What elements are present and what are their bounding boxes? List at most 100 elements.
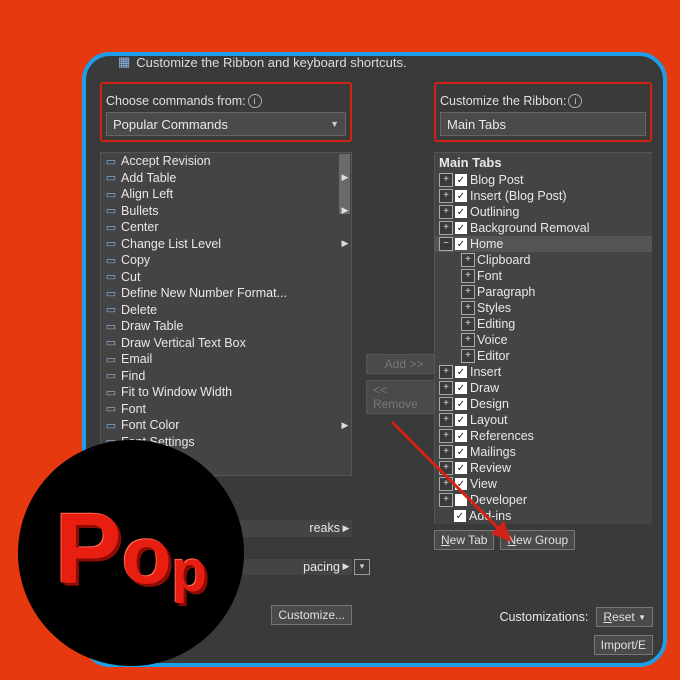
command-item[interactable]: ▭ Fit to Window Width <box>101 384 351 401</box>
tree-item[interactable]: +✓References <box>435 428 652 444</box>
command-item[interactable]: ▭ Font ▾ <box>101 401 351 418</box>
tree-toggle-icon[interactable]: + <box>439 397 453 411</box>
checkbox[interactable] <box>455 494 467 506</box>
checkbox[interactable]: ✓ <box>455 446 467 458</box>
tree-item[interactable]: +Paragraph <box>435 284 652 300</box>
tree-toggle-icon[interactable]: + <box>439 189 453 203</box>
tree-label: Paragraph <box>477 285 535 299</box>
checkbox[interactable]: ✓ <box>455 190 467 202</box>
submenu-arrow-icon: ▶ <box>339 205 351 216</box>
checkbox[interactable]: ✓ <box>455 430 467 442</box>
command-item[interactable]: ▭ Bullets ▶▾ <box>101 203 351 220</box>
tree-toggle-icon[interactable]: + <box>439 365 453 379</box>
customize-button[interactable]: Customize... <box>271 605 352 625</box>
tree-toggle-icon[interactable]: + <box>439 429 453 443</box>
checkbox[interactable]: ✓ <box>455 222 467 234</box>
checkbox[interactable]: ✓ <box>455 398 467 410</box>
tree-item[interactable]: +✓Mailings <box>435 444 652 460</box>
command-item[interactable]: ▭ Find <box>101 368 351 385</box>
tree-item[interactable]: +✓Review <box>435 460 652 476</box>
checkbox[interactable]: ✓ <box>454 510 466 522</box>
import-export-button[interactable]: Import/E <box>594 635 653 655</box>
tree-item[interactable]: +Editor <box>435 348 652 364</box>
reset-button[interactable]: Reset ▼ <box>596 607 653 627</box>
ribbon-tree[interactable]: Main Tabs +✓Blog Post+✓Insert (Blog Post… <box>434 152 652 524</box>
tree-item[interactable]: −✓Home <box>435 236 652 252</box>
command-list[interactable]: ▭ Accept Revision ▭ Add Table ▶▭ Align L… <box>100 152 352 476</box>
tree-item[interactable]: +✓Draw <box>435 380 652 396</box>
checkbox[interactable]: ✓ <box>455 174 467 186</box>
command-item[interactable]: ▭ Copy <box>101 252 351 269</box>
tree-item[interactable]: +✓Design <box>435 396 652 412</box>
tree-toggle-icon[interactable]: + <box>461 269 475 283</box>
tree-toggle-icon[interactable]: + <box>461 333 475 347</box>
tree-toggle-icon[interactable]: + <box>439 477 453 491</box>
checkbox[interactable]: ✓ <box>455 238 467 250</box>
command-label: Find <box>121 369 339 383</box>
choose-commands-dropdown[interactable]: Popular Commands ▼ <box>106 112 346 136</box>
customizations-label: Customizations: <box>499 610 588 624</box>
tree-item[interactable]: +Font <box>435 268 652 284</box>
command-icon: ▭ <box>103 369 119 383</box>
command-label: Fit to Window Width <box>121 385 339 399</box>
command-icon: ▭ <box>103 352 119 366</box>
checkbox[interactable]: ✓ <box>455 366 467 378</box>
tree-label: Home <box>470 237 503 251</box>
tree-item[interactable]: +Developer <box>435 492 652 508</box>
remove-button: << Remove <box>366 380 442 414</box>
tree-item[interactable]: +✓Blog Post <box>435 172 652 188</box>
checkbox[interactable]: ✓ <box>455 478 467 490</box>
tree-toggle-icon[interactable]: + <box>461 253 475 267</box>
tree-toggle-icon[interactable]: + <box>439 413 453 427</box>
submenu-arrow-icon: ▶ <box>339 172 351 183</box>
tree-item[interactable]: +Editing <box>435 316 652 332</box>
command-item[interactable]: ▭ Draw Table <box>101 318 351 335</box>
new-tab-button[interactable]: New Tab <box>434 530 494 550</box>
tree-item[interactable]: +✓Insert (Blog Post) <box>435 188 652 204</box>
tree-item[interactable]: +✓View <box>435 476 652 492</box>
tree-toggle-icon[interactable]: + <box>461 301 475 315</box>
tree-item[interactable]: +✓Background Removal <box>435 220 652 236</box>
command-item[interactable]: ▭ Font Color ▶▾ <box>101 417 351 434</box>
tree-toggle-icon[interactable]: + <box>439 381 453 395</box>
tree-toggle-icon[interactable]: + <box>439 461 453 475</box>
tree-toggle-icon[interactable]: − <box>439 237 453 251</box>
tree-item[interactable]: +✓Outlining <box>435 204 652 220</box>
info-icon[interactable]: i <box>568 94 582 108</box>
tree-toggle-icon[interactable]: + <box>439 445 453 459</box>
tree-toggle-icon[interactable]: + <box>439 221 453 235</box>
tree-item[interactable]: ✓Add-ins <box>435 508 652 524</box>
tree-toggle-icon[interactable]: + <box>461 349 475 363</box>
checkbox[interactable]: ✓ <box>455 414 467 426</box>
command-icon: ▭ <box>103 154 119 168</box>
tree-item[interactable]: +Voice <box>435 332 652 348</box>
command-item[interactable]: ▭ Email <box>101 351 351 368</box>
command-icon: ▭ <box>103 303 119 317</box>
tree-label: Styles <box>477 301 511 315</box>
command-item[interactable]: ▭ Change List Level ▶ <box>101 236 351 253</box>
command-label: Draw Vertical Text Box <box>121 336 339 350</box>
checkbox[interactable]: ✓ <box>455 462 467 474</box>
tree-item[interactable]: +✓Insert <box>435 364 652 380</box>
command-item[interactable]: ▭ Draw Vertical Text Box <box>101 335 351 352</box>
command-item[interactable]: ▭ Align Left <box>101 186 351 203</box>
checkbox[interactable]: ✓ <box>455 206 467 218</box>
command-item[interactable]: ▭ Accept Revision <box>101 153 351 170</box>
checkbox[interactable]: ✓ <box>455 382 467 394</box>
tree-toggle-icon[interactable]: + <box>461 285 475 299</box>
tree-toggle-icon[interactable]: + <box>461 317 475 331</box>
command-item[interactable]: ▭ Add Table ▶ <box>101 170 351 187</box>
tree-toggle-icon[interactable]: + <box>439 493 453 507</box>
tree-item[interactable]: +✓Layout <box>435 412 652 428</box>
command-item[interactable]: ▭ Define New Number Format... <box>101 285 351 302</box>
tree-item[interactable]: +Styles <box>435 300 652 316</box>
new-group-button[interactable]: New Group <box>500 530 575 550</box>
tree-item[interactable]: +Clipboard <box>435 252 652 268</box>
tree-toggle-icon[interactable]: + <box>439 173 453 187</box>
tree-toggle-icon[interactable]: + <box>439 205 453 219</box>
command-item[interactable]: ▭ Cut <box>101 269 351 286</box>
command-item[interactable]: ▭ Delete <box>101 302 351 319</box>
command-item[interactable]: ▭ Center <box>101 219 351 236</box>
customize-ribbon-dropdown[interactable]: Main Tabs <box>440 112 646 136</box>
info-icon[interactable]: i <box>248 94 262 108</box>
